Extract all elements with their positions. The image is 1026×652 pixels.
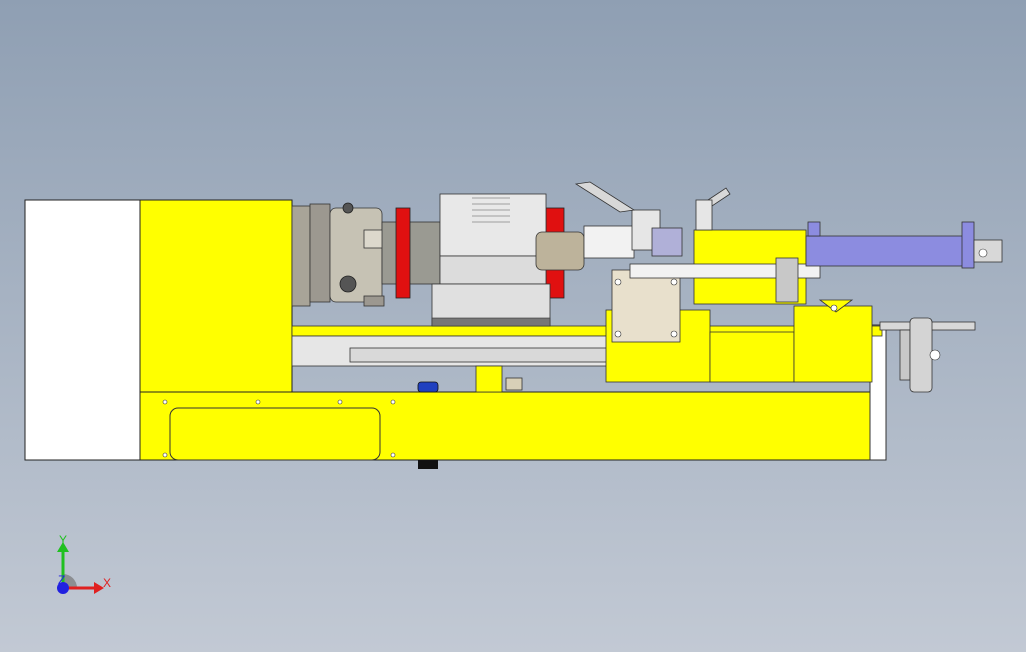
three-jaw-chuck[interactable] [291,202,441,307]
x-axis-label: X [103,576,111,590]
tailstock[interactable] [805,221,1003,313]
carriage-handwheel[interactable] [879,317,976,393]
y-axis-label: Y [59,533,67,547]
lathe-3d-model[interactable]: Y X Z [0,0,1026,652]
coordinate-triad: Y X Z [57,533,111,594]
cad-viewport[interactable]: Y X Z [0,0,1026,652]
z-axis-label: Z [58,573,65,587]
